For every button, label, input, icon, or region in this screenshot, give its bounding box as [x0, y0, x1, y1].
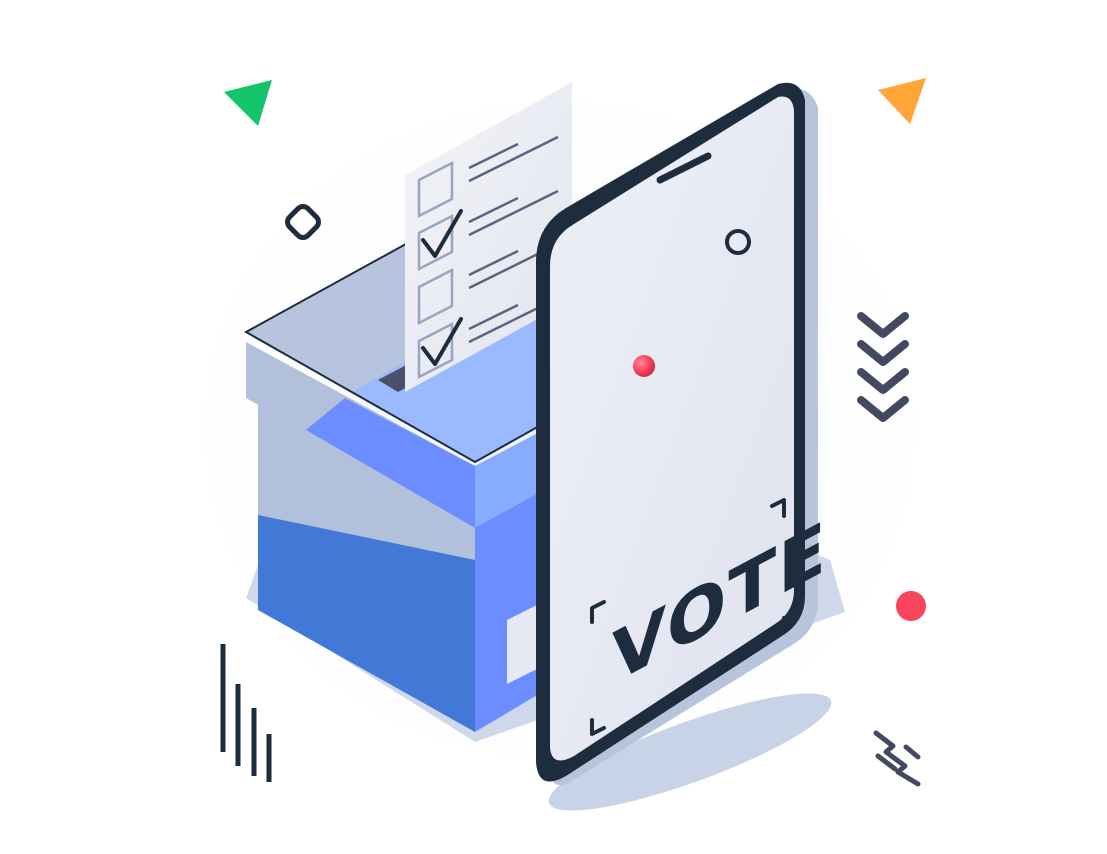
- zigzag-icon: [873, 730, 921, 787]
- voting-illustration: VOTE: [0, 0, 1107, 854]
- illustration-svg: VOTE: [150, 50, 970, 811]
- red-dot-icon: [896, 591, 926, 621]
- red-bead: [633, 355, 655, 377]
- orange-triangle-icon: [878, 78, 926, 124]
- green-triangle-icon: [224, 80, 272, 126]
